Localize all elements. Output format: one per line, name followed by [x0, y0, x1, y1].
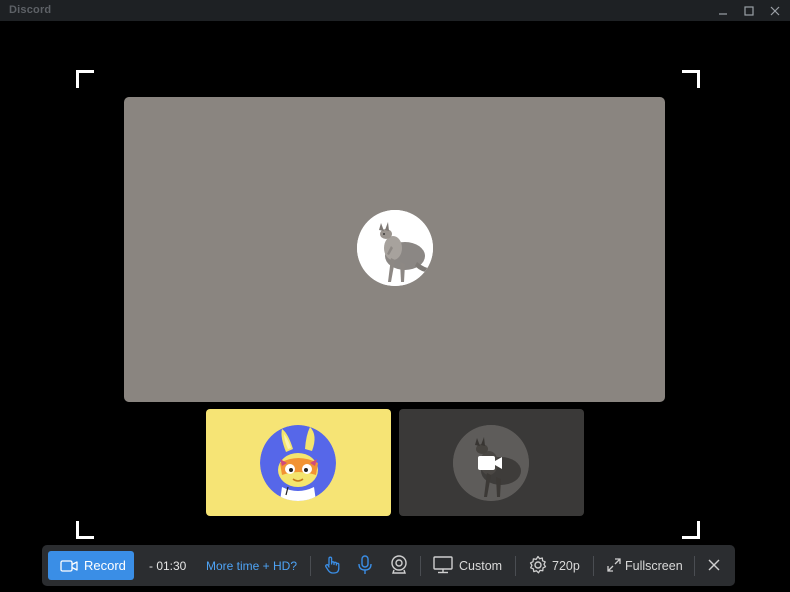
record-button-label: Record [84, 558, 126, 573]
maximize-icon [744, 5, 754, 16]
capture-area-label[interactable]: Custom [459, 559, 502, 573]
capture-corner-top-right[interactable] [681, 70, 700, 89]
hand-pointer-icon [325, 556, 340, 574]
minimize-icon [719, 12, 727, 15]
monitor-icon [433, 556, 453, 574]
kangaroo-avatar [357, 210, 433, 286]
microphone-toggle-button[interactable] [357, 555, 373, 575]
gear-icon [529, 555, 547, 574]
capture-corner-top-left[interactable] [76, 70, 95, 89]
pointer-toggle-button[interactable] [322, 555, 342, 575]
fullscreen-label[interactable]: Fullscreen [625, 559, 683, 573]
toolbar-divider [420, 556, 421, 576]
main-participant-tile[interactable] [124, 97, 665, 402]
close-icon [770, 6, 780, 15]
toolbar-divider [515, 556, 516, 576]
recorder-toolbar: Record - 01:30 More time + HD? Custom 72… [42, 545, 735, 586]
minimize-button[interactable] [710, 0, 736, 21]
webcam-toggle-button[interactable] [390, 555, 408, 575]
window-close-button[interactable] [762, 0, 788, 21]
window-titlebar: Discord [0, 0, 790, 21]
capture-area-button[interactable] [433, 556, 453, 574]
bunny-avatar [260, 425, 336, 501]
toolbar-divider [310, 556, 311, 576]
toolbar-close-button[interactable] [708, 559, 720, 571]
expand-arrows-icon [607, 558, 621, 572]
video-camera-icon [60, 559, 78, 572]
quality-label[interactable]: 720p [552, 559, 580, 573]
webcam-icon [391, 555, 407, 574]
participant-tile-bunny[interactable] [206, 409, 391, 516]
toolbar-divider [694, 556, 695, 576]
participant-tile-camera[interactable] [399, 409, 584, 516]
close-icon [708, 559, 720, 571]
settings-button[interactable] [528, 555, 548, 575]
fullscreen-button[interactable] [607, 558, 621, 572]
upgrade-link[interactable]: More time + HD? [206, 559, 297, 573]
capture-corner-bottom-right[interactable] [681, 520, 700, 539]
microphone-icon [358, 555, 372, 574]
capture-corner-bottom-left[interactable] [76, 520, 95, 539]
record-button[interactable]: Record [48, 551, 134, 580]
video-camera-icon [476, 453, 504, 478]
maximize-button[interactable] [736, 0, 762, 21]
window-title: Discord [9, 4, 52, 16]
recording-timer: - 01:30 [149, 559, 187, 573]
toolbar-divider [593, 556, 594, 576]
